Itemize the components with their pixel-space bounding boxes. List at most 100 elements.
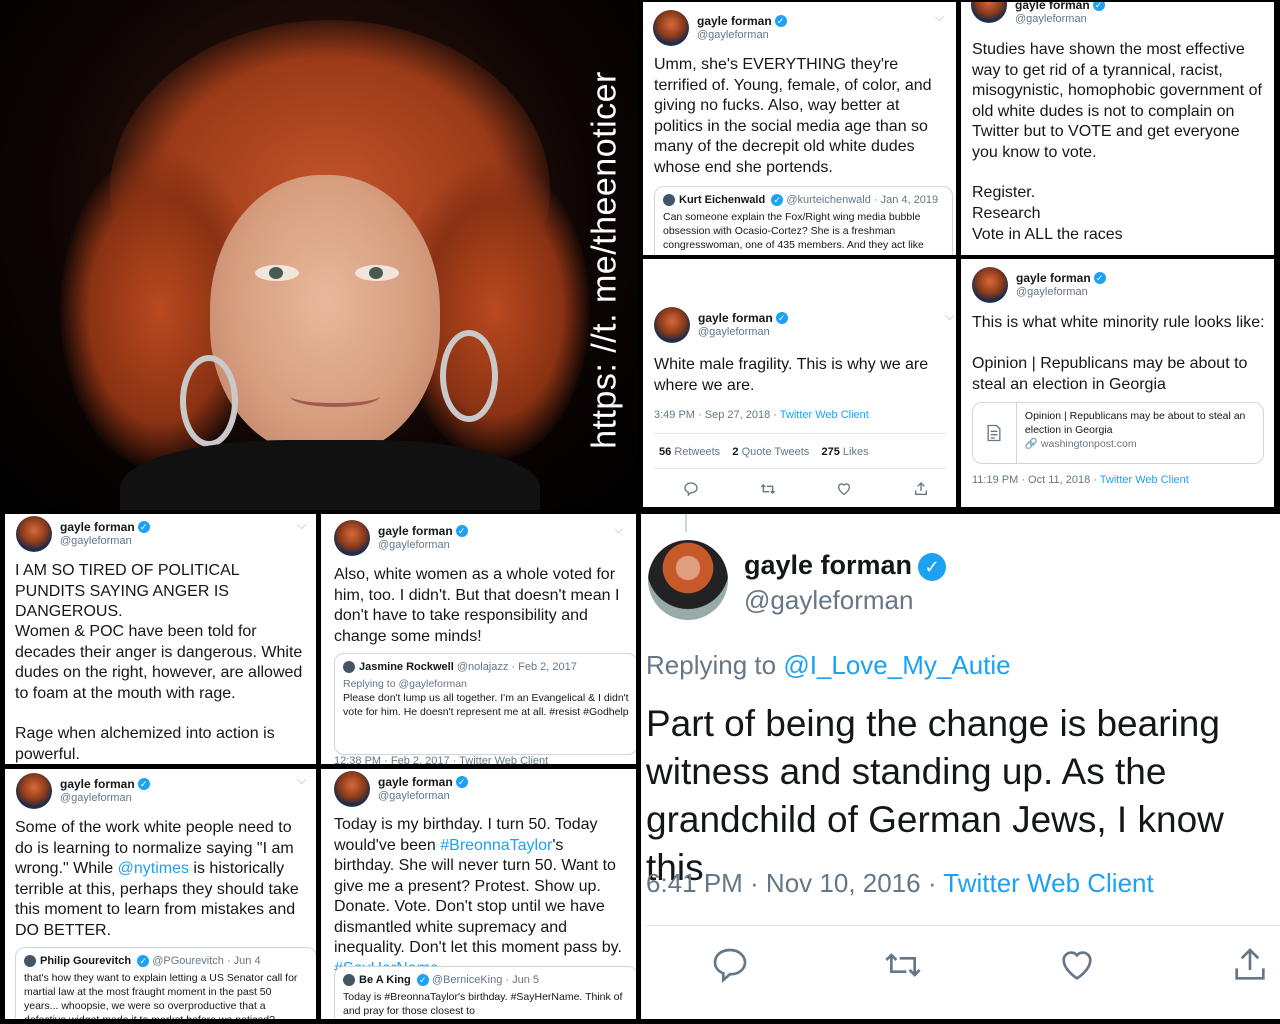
- quote-author-name: Jasmine Rockwell: [359, 661, 454, 673]
- divider: [654, 468, 946, 469]
- author-name[interactable]: gayle forman: [60, 777, 135, 791]
- author-name[interactable]: gayle forman: [378, 524, 453, 538]
- quote-text: Please don't lump us all together. I'm a…: [343, 692, 629, 718]
- avatar[interactable]: [971, 2, 1007, 23]
- client-link[interactable]: Twitter Web Client: [943, 868, 1153, 898]
- link-card-domain: washingtonpost.com: [1040, 438, 1137, 450]
- retweets-count[interactable]: 56 Retweets: [659, 446, 720, 458]
- mention-link[interactable]: @I_Love_My_Autie: [783, 650, 1010, 680]
- tweet-text: Umm, she's EVERYTHING they're terrified …: [654, 56, 932, 176]
- author-name[interactable]: gayle forman: [1015, 2, 1090, 12]
- tweet-text-line: Vote in ALL the races: [972, 226, 1123, 243]
- tweet-card-6[interactable]: gayle forman ✓ @gayleforman ⌵ Also, white…: [321, 514, 636, 764]
- tweet-card-3[interactable]: gayle forman ✓ @gayleforman ⌵ White male …: [643, 259, 956, 507]
- reply-icon[interactable]: [710, 945, 750, 985]
- profile-photo: [0, 0, 638, 510]
- tweet-text: Today is my birthday. I turn 50. Today w…: [334, 815, 626, 979]
- tweet-header: gayle forman ✓ @gayleforman: [972, 267, 1106, 303]
- chevron-down-icon[interactable]: ⌵: [297, 518, 306, 533]
- chevron-down-icon[interactable]: ⌵: [614, 522, 623, 537]
- tweet-actions: [683, 481, 929, 497]
- smile: [290, 385, 380, 407]
- verified-icon: ✓: [137, 955, 150, 968]
- avatar[interactable]: [972, 267, 1008, 303]
- reply-icon[interactable]: [683, 481, 699, 497]
- quoted-tweet[interactable]: Be A King ✓ @BerniceKing · Jun 5 Today i…: [334, 966, 636, 1019]
- tweet-card-2[interactable]: gayle forman ✓ @gayleforman Studies have …: [961, 2, 1274, 255]
- divider: [646, 925, 1280, 926]
- chevron-down-icon[interactable]: ⌵: [945, 309, 954, 324]
- likes-count[interactable]: 275 Likes: [822, 446, 869, 458]
- verified-icon: ✓: [771, 194, 784, 207]
- tweet-card-5[interactable]: gayle forman ✓ @gayleforman ⌵ I AM SO TIR…: [5, 514, 316, 764]
- tweet-header: gayle forman ✓ @gayleforman: [334, 771, 468, 807]
- avatar[interactable]: [654, 307, 690, 343]
- avatar[interactable]: [16, 773, 52, 809]
- mention-link[interactable]: @nytimes: [118, 860, 189, 877]
- avatar[interactable]: [648, 540, 728, 620]
- tweet-timestamp: 6:41 PM · Nov 10, 2016 · Twitter Web Cli…: [646, 868, 1154, 898]
- verified-icon: ✓: [416, 974, 429, 987]
- quote-reply-to: Replying to @gayleforman: [343, 678, 467, 690]
- tweet-card-1[interactable]: gayle forman ✓ @gayleforman ⌵ Umm, she's …: [643, 2, 956, 255]
- author-handle[interactable]: @gayleforman: [744, 585, 913, 616]
- chevron-down-icon[interactable]: ⌵: [935, 10, 944, 25]
- quote-handle: @kurteichenwald · Jan 4, 2019: [786, 194, 939, 206]
- quote-avatar: [24, 955, 36, 968]
- chevron-down-icon[interactable]: ⌵: [297, 773, 306, 788]
- face: [210, 175, 440, 455]
- like-icon[interactable]: [1057, 945, 1097, 985]
- link-card[interactable]: Opinion | Republicans may be about to st…: [972, 402, 1264, 464]
- divider: [654, 433, 946, 434]
- tweet-text-line: Register.: [972, 184, 1036, 201]
- author-name[interactable]: gayle forman ✓: [744, 550, 947, 581]
- quote-handle: @PGourevitch · Jun 4: [152, 955, 261, 967]
- tweet-card-7[interactable]: gayle forman ✓ @gayleforman ⌵ Some of the…: [5, 769, 316, 1019]
- verified-icon: ✓: [137, 520, 150, 533]
- author-handle[interactable]: @gayleforman: [60, 534, 150, 548]
- quoted-tweet[interactable]: Kurt Eichenwald ✓ @kurteichenwald · Jan …: [654, 186, 953, 255]
- share-icon[interactable]: [1230, 945, 1270, 985]
- retweet-icon[interactable]: [883, 945, 923, 985]
- avatar[interactable]: [653, 10, 689, 46]
- tweet-text: Some of the work white people need to do…: [15, 819, 299, 939]
- author-handle[interactable]: @gayleforman: [698, 325, 788, 339]
- client-link[interactable]: Twitter Web Client: [1100, 474, 1189, 486]
- tweet-header: gayle forman ✓ @gayleforman: [971, 2, 1105, 26]
- quoted-tweet[interactable]: Jasmine Rockwell @nolajazz · Feb 2, 2017…: [334, 653, 636, 755]
- avatar[interactable]: [16, 516, 52, 552]
- hashtag-link[interactable]: #BreonnaTaylor: [440, 837, 552, 854]
- retweet-icon[interactable]: [760, 481, 776, 497]
- author-name[interactable]: gayle forman: [60, 520, 135, 534]
- quote-avatar: [343, 974, 355, 987]
- shirt: [120, 440, 540, 510]
- quote-author-name: Philip Gourevitch: [40, 955, 132, 967]
- author-handle[interactable]: @gayleforman: [1015, 12, 1105, 26]
- tweet-timestamp: 11:19 PM · Oct 11, 2018 · Twitter Web Cl…: [972, 474, 1189, 486]
- avatar[interactable]: [334, 771, 370, 807]
- link-icon: 🔗: [1024, 438, 1038, 450]
- like-icon[interactable]: [836, 481, 852, 497]
- quote-text: that's how they want to explain letting …: [24, 972, 298, 1019]
- avatar[interactable]: [334, 520, 370, 556]
- author-handle[interactable]: @gayleforman: [697, 28, 787, 42]
- author-handle[interactable]: @gayleforman: [378, 538, 468, 552]
- author-name[interactable]: gayle forman: [1016, 271, 1091, 285]
- tweet-text: Part of being the change is bearing witn…: [646, 703, 1224, 888]
- author-name[interactable]: gayle forman: [697, 14, 772, 28]
- author-name[interactable]: gayle forman: [378, 775, 453, 789]
- author-handle[interactable]: @gayleforman: [60, 791, 150, 805]
- author-handle[interactable]: @gayleforman: [378, 789, 468, 803]
- author-handle[interactable]: @gayleforman: [1016, 285, 1106, 299]
- quoted-tweet[interactable]: Philip Gourevitch ✓ @PGourevitch · Jun 4…: [15, 947, 316, 1019]
- author-name[interactable]: gayle forman: [698, 311, 773, 325]
- tweet-text: Studies have shown the most effective wa…: [972, 41, 1262, 161]
- verified-icon: ✓: [455, 775, 468, 788]
- tweet-card-8[interactable]: gayle forman ✓ @gayleforman Today is my b…: [321, 769, 636, 1019]
- left-earring: [180, 355, 238, 447]
- tweet-card-4[interactable]: gayle forman ✓ @gayleforman This is what …: [961, 259, 1274, 507]
- quote-tweets-count[interactable]: 2 Quote Tweets: [732, 446, 809, 458]
- client-link[interactable]: Twitter Web Client: [780, 409, 869, 421]
- quote-handle: @nolajazz · Feb 2, 2017: [456, 661, 577, 673]
- share-icon[interactable]: [913, 481, 929, 497]
